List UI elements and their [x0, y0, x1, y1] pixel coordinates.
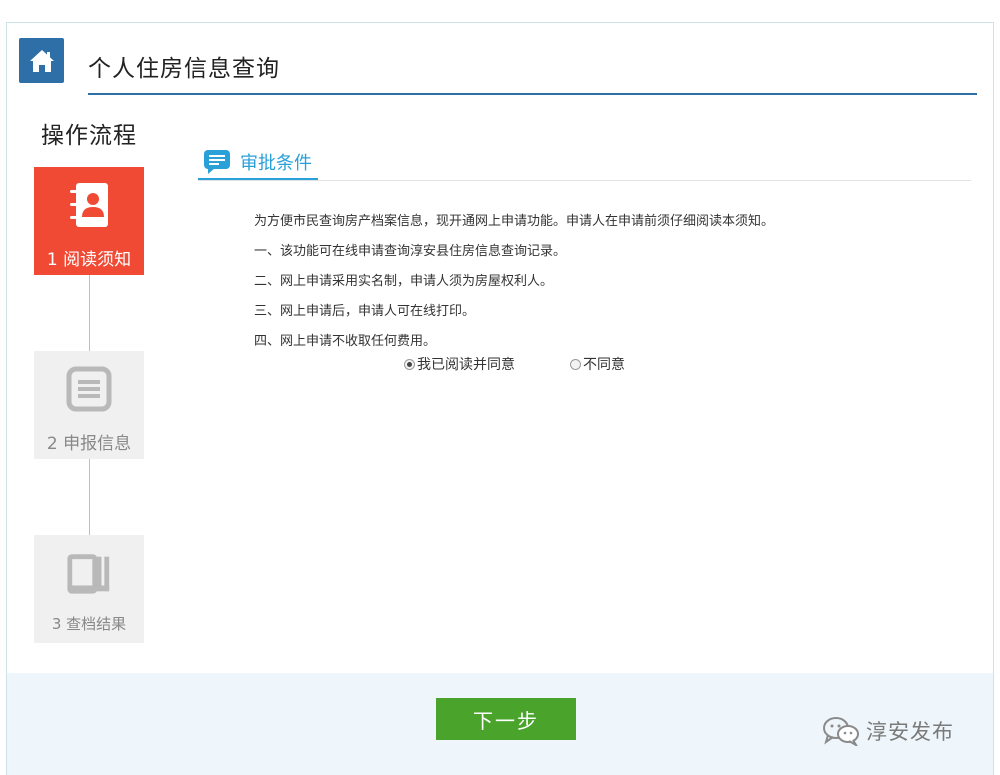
notice-line: 二、网上申请采用实名制，申请人须为房屋权利人。 — [254, 274, 554, 289]
document-list-icon — [65, 365, 113, 413]
home-button[interactable] — [19, 38, 64, 83]
step-submit-info[interactable]: 2 申报信息 — [34, 351, 144, 459]
disagree-label: 不同意 — [583, 357, 625, 373]
step-connector — [89, 459, 90, 535]
brand-text: 淳安发布 — [866, 720, 954, 744]
title-divider — [88, 93, 977, 95]
main-panel — [6, 22, 994, 775]
wechat-icon — [823, 717, 859, 746]
notice-line: 四、网上申请不收取任何费用。 — [254, 334, 437, 349]
step-label: 3 查档结果 — [51, 615, 127, 633]
brand-watermark: 淳安发布 — [822, 716, 954, 746]
chat-message-icon — [202, 148, 232, 176]
disagree-option[interactable]: 不同意 — [570, 354, 625, 374]
agree-radio[interactable] — [404, 358, 415, 370]
page-title: 个人住房信息查询 — [88, 56, 280, 82]
section-title: 审批条件 — [240, 152, 312, 174]
step-query-result[interactable]: 3 查档结果 — [34, 535, 144, 643]
step-label: 1 阅读须知 — [46, 250, 132, 270]
step-connector — [89, 275, 90, 351]
notice-text: 为方便市民查询房产档案信息，现开通网上申请功能。申请人在申请前须仔细阅读本须知。… — [254, 207, 954, 357]
sidebar-title: 操作流程 — [41, 123, 137, 149]
notice-line: 一、该功能可在线申请查询淳安县住房信息查询记录。 — [254, 244, 567, 259]
next-step-button[interactable]: 下一步 — [436, 698, 576, 740]
disagree-radio[interactable] — [570, 358, 581, 370]
step-read-notice[interactable]: 1 阅读须知 — [34, 167, 144, 275]
section-divider — [198, 180, 971, 181]
notice-line: 三、网上申请后，申请人可在线打印。 — [254, 304, 476, 319]
agreement-options: 我已阅读并同意 不同意 — [404, 354, 704, 376]
step-label: 2 申报信息 — [46, 434, 132, 454]
agree-option[interactable]: 我已阅读并同意 — [404, 354, 515, 374]
home-icon — [29, 49, 54, 72]
section-tab-approval-conditions: 审批条件 — [198, 145, 318, 181]
contact-book-icon — [65, 181, 113, 229]
notice-line: 为方便市民查询房产档案信息，现开通网上申请功能。申请人在申请前须仔细阅读本须知。 — [254, 214, 775, 229]
agree-label: 我已阅读并同意 — [417, 357, 515, 373]
books-icon — [65, 549, 113, 597]
